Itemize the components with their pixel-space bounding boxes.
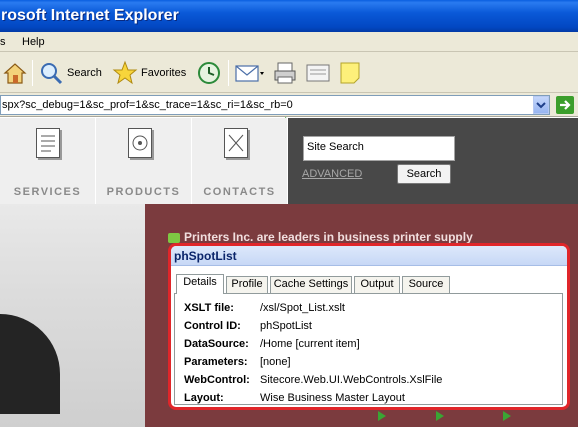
star-icon bbox=[112, 60, 138, 85]
disc-icon bbox=[128, 128, 152, 158]
toolbar-separator bbox=[32, 60, 33, 86]
details-tab-panel: XSLT file: /xsl/Spot_List.xslt Control I… bbox=[174, 293, 563, 405]
advanced-search-link[interactable]: ADVANCED bbox=[302, 168, 362, 180]
hero-photo bbox=[0, 204, 145, 427]
site-nav: SERVICES PRODUCTS CONTACTS Site Search A… bbox=[0, 118, 578, 204]
window-title: rosoft Internet Explorer bbox=[1, 7, 179, 24]
home-button[interactable] bbox=[2, 58, 28, 88]
detail-value: /xsl/Spot_List.xslt bbox=[260, 302, 345, 314]
site-search-panel: Site Search ADVANCED Search bbox=[288, 118, 578, 204]
detail-value: Wise Business Master Layout bbox=[260, 392, 405, 404]
address-input[interactable]: spx?sc_debug=1&sc_prof=1&sc_trace=1&sc_r… bbox=[0, 95, 550, 115]
notes-button[interactable] bbox=[338, 58, 362, 88]
tab-source[interactable]: Source bbox=[402, 276, 450, 293]
tab-profile[interactable]: Profile bbox=[226, 276, 268, 293]
detail-key: XSLT file: bbox=[184, 302, 234, 314]
note-icon bbox=[340, 62, 360, 84]
contacts-icon bbox=[224, 128, 248, 158]
home-icon bbox=[3, 63, 27, 84]
sitecore-debug-icon bbox=[168, 233, 180, 243]
search-icon bbox=[41, 63, 63, 85]
address-dropdown-button[interactable] bbox=[533, 96, 549, 114]
toolbar-separator bbox=[228, 60, 229, 86]
debug-marker-icon bbox=[436, 411, 444, 421]
menu-bar: s Help bbox=[0, 32, 578, 52]
go-button[interactable] bbox=[556, 96, 574, 114]
debug-marker-icon bbox=[503, 411, 511, 421]
menu-item-help[interactable]: Help bbox=[22, 32, 45, 52]
toolbar: Search Favorites bbox=[0, 52, 578, 93]
document-icon bbox=[36, 128, 60, 158]
detail-value: /Home [current item] bbox=[260, 338, 360, 350]
edit-button[interactable] bbox=[304, 58, 332, 88]
detail-key: DataSource: bbox=[184, 338, 249, 350]
detail-key: Parameters: bbox=[184, 356, 248, 368]
detail-key: Control ID: bbox=[184, 320, 241, 332]
mail-icon bbox=[235, 65, 264, 82]
favorites-button-label: Favorites bbox=[141, 67, 187, 79]
print-icon bbox=[274, 62, 296, 84]
detail-value: [none] bbox=[260, 356, 291, 368]
search-button[interactable]: Search bbox=[38, 58, 102, 88]
detail-value: phSpotList bbox=[260, 320, 312, 332]
window-title-bar: rosoft Internet Explorer bbox=[0, 0, 578, 32]
debug-panel-title: phSpotList bbox=[171, 246, 567, 266]
favorites-button[interactable]: Favorites bbox=[112, 58, 186, 88]
tab-cache-settings[interactable]: Cache Settings bbox=[270, 276, 352, 293]
tab-output[interactable]: Output bbox=[354, 276, 400, 293]
address-bar: spx?sc_debug=1&sc_prof=1&sc_trace=1&sc_r… bbox=[0, 93, 578, 117]
nav-services[interactable]: SERVICES bbox=[0, 118, 96, 204]
nav-contacts[interactable]: CONTACTS bbox=[192, 118, 288, 204]
arrow-right-icon bbox=[560, 100, 571, 110]
nav-products[interactable]: PRODUCTS bbox=[96, 118, 192, 204]
edit-icon bbox=[306, 64, 330, 82]
person-silhouette bbox=[0, 314, 60, 414]
nav-products-label: PRODUCTS bbox=[106, 186, 181, 198]
debug-marker-icon bbox=[378, 411, 386, 421]
tab-details[interactable]: Details bbox=[176, 274, 224, 294]
search-button-label: Search bbox=[67, 67, 102, 79]
site-search-button[interactable]: Search bbox=[397, 164, 451, 184]
debug-panel-body: Details Profile Cache Settings Output So… bbox=[174, 274, 567, 406]
detail-value: Sitecore.Web.UI.WebControls.XslFile bbox=[260, 374, 443, 386]
nav-contacts-label: CONTACTS bbox=[203, 186, 276, 198]
headline: Printers Inc. are leaders in business pr… bbox=[184, 230, 473, 244]
print-button[interactable] bbox=[272, 58, 298, 88]
history-button[interactable] bbox=[196, 58, 222, 88]
history-icon bbox=[198, 62, 220, 84]
site-search-input[interactable]: Site Search bbox=[303, 136, 455, 161]
debug-panel: phSpotList Details Profile Cache Setting… bbox=[168, 243, 570, 410]
mail-button[interactable] bbox=[234, 58, 264, 88]
nav-services-label: SERVICES bbox=[13, 186, 82, 198]
chevron-down-icon bbox=[536, 102, 546, 109]
menu-item-partial[interactable]: s bbox=[0, 32, 6, 52]
detail-key: WebControl: bbox=[184, 374, 250, 386]
detail-key: Layout: bbox=[184, 392, 224, 404]
